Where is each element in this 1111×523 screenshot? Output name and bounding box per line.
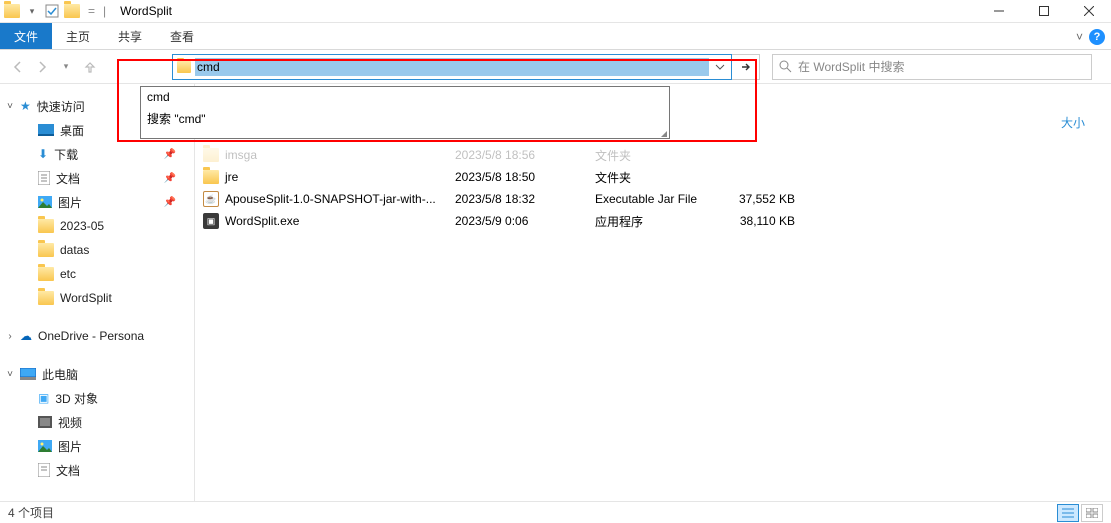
ribbon: 文件 主页 共享 查看 ˅ ? <box>0 23 1111 50</box>
exe-icon: ▣ <box>203 213 219 229</box>
maximize-button[interactable] <box>1021 0 1066 23</box>
search-box[interactable]: 在 WordSplit 中搜索 <box>772 54 1092 80</box>
chevron-down-icon[interactable]: ˅ <box>4 101 16 112</box>
sidebar-item-downloads[interactable]: ⬇ 下载 📌 <box>0 142 194 166</box>
sidebar-onedrive[interactable]: › ☁ OneDrive - Persona <box>0 324 194 348</box>
view-thumbnails-button[interactable] <box>1081 504 1103 522</box>
sidebar-item-videos[interactable]: 视频 <box>0 410 194 434</box>
folder-icon <box>203 170 219 184</box>
ribbon-file-tab[interactable]: 文件 <box>0 23 52 49</box>
address-folder-icon <box>173 61 195 73</box>
sidebar-item-datas[interactable]: datas <box>0 238 194 262</box>
sidebar-item-2023-05[interactable]: 2023-05 <box>0 214 194 238</box>
nav-recent-dropdown[interactable]: ▾ <box>54 55 78 79</box>
pin-icon: 📌 <box>164 149 176 160</box>
jar-icon: ☕ <box>203 191 219 207</box>
sidebar-item-wordsplit[interactable]: WordSplit <box>0 286 194 310</box>
cube-icon: ▣ <box>38 391 49 405</box>
address-bar[interactable] <box>172 54 732 80</box>
ribbon-expand-icon[interactable]: ˅ <box>1076 30 1083 44</box>
pin-icon: 📌 <box>164 197 176 208</box>
folder-icon <box>4 3 20 19</box>
pc-icon <box>20 368 36 380</box>
address-input[interactable] <box>195 58 709 76</box>
file-row[interactable]: imsga 2023/5/8 18:56 文件夹 <box>195 144 1111 166</box>
pin-icon: 📌 <box>164 173 176 184</box>
sidebar-this-pc[interactable]: ˅ 此电脑 <box>0 362 194 386</box>
nav-back-button[interactable] <box>6 55 30 79</box>
file-row[interactable]: ☕ApouseSplit-1.0-SNAPSHOT-jar-with-... 2… <box>195 188 1111 210</box>
file-pane: 大小 imsga 2023/5/8 18:56 文件夹 jre 2023/5/8… <box>195 84 1111 501</box>
pipe-icon: | <box>103 4 108 18</box>
chevron-down-icon[interactable]: ˅ <box>4 369 16 380</box>
sidebar-item-pictures[interactable]: 图片 📌 <box>0 190 194 214</box>
nav-forward-button[interactable] <box>30 55 54 79</box>
download-icon: ⬇ <box>38 147 48 161</box>
address-go-button[interactable] <box>732 54 760 80</box>
search-placeholder: 在 WordSplit 中搜索 <box>798 58 904 75</box>
ribbon-tab-share[interactable]: 共享 <box>104 23 156 49</box>
ribbon-tab-view[interactable]: 查看 <box>156 23 208 49</box>
address-history-dropdown-icon[interactable] <box>709 62 731 72</box>
nav-up-button[interactable] <box>78 55 102 79</box>
navbar: ▾ 在 WordSplit 中搜索 <box>0 50 1111 84</box>
address-dropdown-item[interactable]: 搜索 "cmd" <box>141 107 669 130</box>
sidebar-item-etc[interactable]: etc <box>0 262 194 286</box>
folder-icon <box>38 291 54 305</box>
minimize-button[interactable] <box>976 0 1021 23</box>
address-dropdown-item[interactable]: cmd <box>141 87 669 107</box>
folder-icon <box>38 243 54 257</box>
sidebar-item-3d[interactable]: ▣ 3D 对象 <box>0 386 194 410</box>
close-button[interactable] <box>1066 0 1111 23</box>
folder-icon <box>203 148 219 162</box>
file-row[interactable]: jre 2023/5/8 18:50 文件夹 <box>195 166 1111 188</box>
document-icon <box>38 171 50 185</box>
titlebar: ▾ = | WordSplit <box>0 0 1111 23</box>
column-header-size[interactable]: 大小 <box>1051 110 1095 135</box>
window-title: WordSplit <box>112 4 172 18</box>
cloud-icon: ☁ <box>20 329 32 343</box>
search-icon <box>779 60 792 73</box>
file-row[interactable]: ▣WordSplit.exe 2023/5/9 0:06 应用程序 38,110… <box>195 210 1111 232</box>
status-bar: 4 个项目 <box>0 501 1111 523</box>
help-icon[interactable]: ? <box>1089 29 1105 45</box>
picture-icon <box>38 196 52 208</box>
view-details-button[interactable] <box>1057 504 1079 522</box>
sidebar: ˅ ★ 快速访问 桌面 📌 ⬇ 下载 📌 文档 📌 图片 <box>0 84 195 501</box>
qat-checkbox-icon[interactable] <box>44 3 60 19</box>
sidebar-item-documents2[interactable]: 文档 <box>0 458 194 482</box>
chevron-right-icon[interactable]: › <box>4 331 16 342</box>
folder-icon <box>64 3 80 19</box>
document-icon <box>38 463 50 477</box>
folder-icon <box>38 219 54 233</box>
ribbon-tab-home[interactable]: 主页 <box>52 23 104 49</box>
separator-icon: = <box>84 4 99 18</box>
resize-grip-icon[interactable] <box>141 130 669 138</box>
sidebar-item-pictures2[interactable]: 图片 <box>0 434 194 458</box>
video-icon <box>38 416 52 428</box>
star-icon: ★ <box>20 99 31 113</box>
folder-icon <box>38 267 54 281</box>
sidebar-item-documents[interactable]: 文档 📌 <box>0 166 194 190</box>
address-dropdown[interactable]: cmd 搜索 "cmd" <box>140 86 670 139</box>
picture-icon <box>38 440 52 452</box>
desktop-icon <box>38 124 54 136</box>
status-item-count: 4 个项目 <box>8 504 54 521</box>
qat-dropdown-icon[interactable]: ▾ <box>24 3 40 19</box>
